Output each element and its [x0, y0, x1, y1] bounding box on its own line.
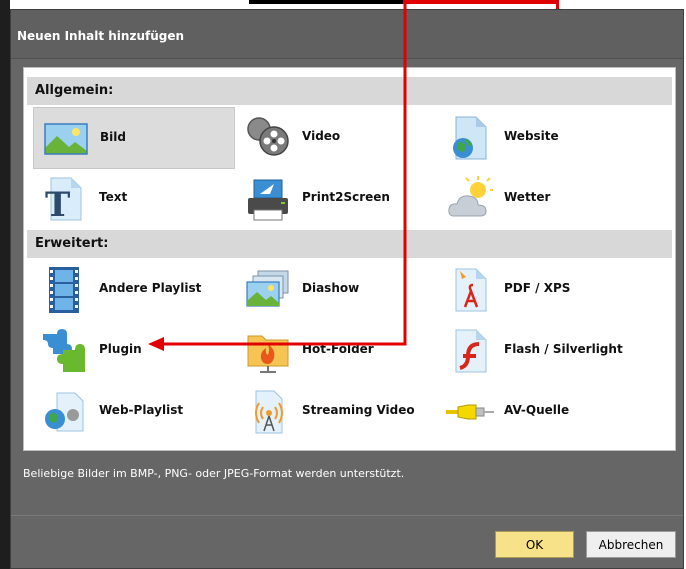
- tile-streaming-video[interactable]: Streaming Video: [236, 381, 438, 443]
- tile-web-playlist[interactable]: Web-Playlist: [33, 381, 235, 443]
- tile-label: Wetter: [504, 190, 551, 204]
- tile-label: Web-Playlist: [99, 403, 184, 417]
- puzzle-icon: [43, 329, 85, 372]
- tile-label: Diashow: [302, 281, 360, 295]
- tile-andere-playlist[interactable]: Andere Playlist: [33, 259, 235, 321]
- tile-label: Hot-Folder: [302, 342, 374, 356]
- dialog-title: Neuen Inhalt hinzufügen: [17, 29, 185, 43]
- slideshow-icon: [246, 270, 289, 307]
- streaming-icon: [255, 390, 283, 434]
- tile-label: Text: [99, 190, 128, 204]
- hot-folder-icon: [247, 335, 289, 373]
- section-header-general: Allgemein:: [27, 77, 672, 105]
- tile-label: Print2Screen: [302, 190, 390, 204]
- printer-icon: [248, 179, 288, 221]
- tile-plugin[interactable]: Plugin: [33, 320, 235, 382]
- add-content-dialog: Neuen Inhalt hinzufügen Allgemein: Bild: [10, 9, 684, 569]
- section-header-advanced: Erweitert:: [27, 230, 672, 258]
- tile-av-quelle[interactable]: AV-Quelle: [438, 381, 640, 443]
- film-reel-icon: [247, 117, 289, 156]
- web-page-icon: [453, 116, 487, 160]
- content-type-panel: Allgemein: Bild Video Website T Text Pri…: [23, 67, 676, 451]
- tile-bild[interactable]: Bild: [33, 107, 235, 169]
- tile-label: Bild: [100, 130, 126, 144]
- tile-label: PDF / XPS: [504, 281, 571, 295]
- filmstrip-icon: [49, 267, 79, 313]
- weather-icon: [448, 176, 493, 217]
- tile-video[interactable]: Video: [236, 107, 438, 169]
- flash-icon: [455, 329, 487, 373]
- svg-text:T: T: [45, 185, 70, 222]
- tile-label: Website: [504, 129, 559, 143]
- tile-pdf-xps[interactable]: PDF / XPS: [438, 259, 640, 321]
- tile-diashow[interactable]: Diashow: [236, 259, 438, 321]
- tile-label: Flash / Silverlight: [504, 342, 623, 356]
- tile-flash-silverlight[interactable]: Flash / Silverlight: [438, 320, 640, 382]
- tile-website[interactable]: Website: [438, 107, 640, 169]
- ok-button[interactable]: OK: [495, 531, 574, 558]
- cancel-button[interactable]: Abbrechen: [586, 531, 676, 558]
- image-icon: [44, 123, 88, 155]
- background-window-strip: [0, 0, 10, 569]
- av-cable-icon: [446, 404, 494, 420]
- pdf-icon: [455, 268, 487, 312]
- tile-label: Video: [302, 129, 341, 143]
- dialog-titlebar[interactable]: Neuen Inhalt hinzufügen: [11, 10, 683, 59]
- tile-label: Plugin: [99, 342, 142, 356]
- tile-label: Streaming Video: [302, 403, 415, 417]
- tile-print2screen[interactable]: Print2Screen: [236, 168, 438, 230]
- status-text: Beliebige Bilder im BMP-, PNG- oder JPEG…: [23, 467, 405, 480]
- text-icon: T: [45, 177, 82, 222]
- tile-text[interactable]: T Text: [33, 168, 235, 230]
- web-playlist-icon: [45, 392, 84, 432]
- tile-label: AV-Quelle: [504, 403, 570, 417]
- footer-divider: [11, 515, 683, 516]
- tile-hot-folder[interactable]: Hot-Folder: [236, 320, 438, 382]
- tile-label: Andere Playlist: [99, 281, 202, 295]
- tile-wetter[interactable]: Wetter: [438, 168, 640, 230]
